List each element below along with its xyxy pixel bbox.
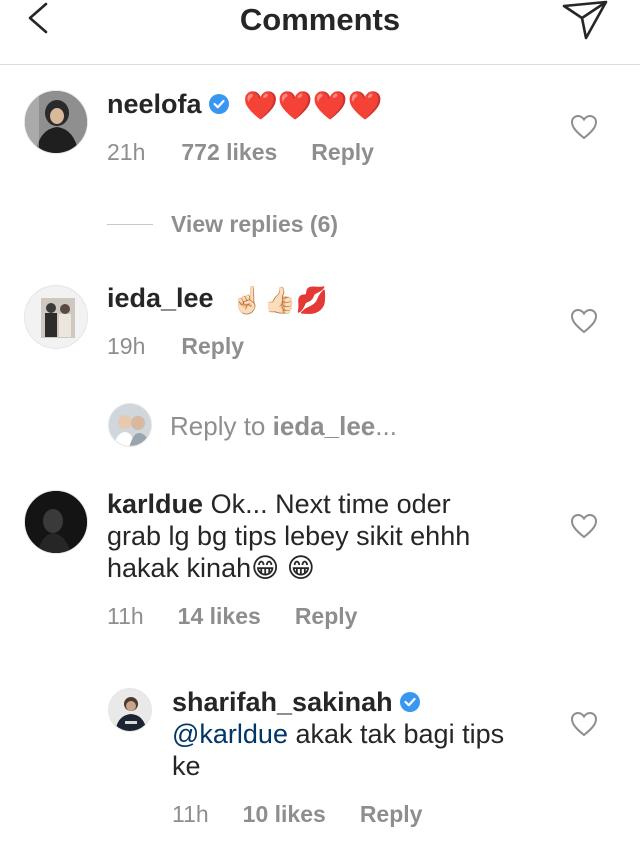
comment-username[interactable]: ieda_lee <box>107 283 214 313</box>
avatar <box>108 403 152 447</box>
likes-count[interactable]: 14 likes <box>178 602 261 630</box>
comment-meta: 21h 772 likes Reply <box>107 138 374 166</box>
reply-button[interactable]: Reply <box>311 138 374 166</box>
verified-badge-icon <box>399 692 420 712</box>
verified-badge-icon <box>208 94 229 114</box>
comment-meta: 19h Reply <box>107 332 244 360</box>
reply-to-suffix: ... <box>375 411 397 441</box>
comment-text: ke <box>172 751 201 781</box>
comment-body: ieda_lee ☝🏻👍🏻💋 <box>107 282 328 316</box>
header-bar: Comments <box>0 0 640 65</box>
comment-text: grab lg bg tips lebey sikit ehhh <box>107 521 471 551</box>
reply-to-username: ieda_lee <box>272 411 376 441</box>
comment-meta: 11h 10 likes Reply <box>172 800 422 828</box>
comment-text: ❤️❤️❤️❤️ <box>243 89 383 121</box>
comment-text: Ok... Next time oder <box>210 489 451 519</box>
comment-text: ☝🏻👍🏻💋 <box>231 284 329 315</box>
view-replies-label: View replies (6) <box>171 210 339 237</box>
comment-time: 21h <box>107 139 146 165</box>
reply-button[interactable]: Reply <box>360 800 423 828</box>
like-heart-icon[interactable] <box>570 513 598 539</box>
comment-text: akak tak bagi tips <box>287 719 505 749</box>
avatar-photo-icon <box>25 91 87 153</box>
reply-button[interactable]: Reply <box>181 332 244 360</box>
comment-body: karldue Ok... Next time oder grab lg bg … <box>107 488 547 584</box>
avatar[interactable] <box>108 688 152 732</box>
likes-count[interactable]: 772 likes <box>181 138 277 166</box>
avatar-photo-icon <box>25 286 87 348</box>
avatar[interactable] <box>24 490 88 554</box>
avatar-photo-icon <box>109 404 151 446</box>
page-title: Comments <box>239 2 401 37</box>
avatar[interactable] <box>24 90 88 154</box>
reply-button[interactable]: Reply <box>295 602 358 630</box>
comment-username[interactable]: karldue <box>107 489 203 519</box>
avatar-photo-icon <box>109 689 151 731</box>
reply-to-prefix: Reply to <box>170 411 273 441</box>
like-heart-icon[interactable] <box>570 114 598 140</box>
comment-username[interactable]: sharifah_sakinah <box>172 687 393 717</box>
avatar-photo-icon <box>25 491 87 553</box>
mention-link[interactable]: @karldue <box>172 719 288 749</box>
comment-meta: 11h 14 likes Reply <box>107 602 357 630</box>
comment-time: 19h <box>107 333 146 359</box>
comment-body: sharifah_sakinah @karldue akak tak bagi … <box>172 686 552 782</box>
comment-text: hakak kinah😁 😁 <box>107 553 315 583</box>
avatar[interactable] <box>24 285 88 349</box>
comment-body: neelofa ❤️❤️❤️❤️ <box>107 88 383 122</box>
paper-plane-icon <box>562 0 608 40</box>
like-heart-icon[interactable] <box>570 308 598 334</box>
comment-time: 11h <box>172 801 209 827</box>
like-heart-icon[interactable] <box>570 711 598 737</box>
likes-count[interactable]: 10 likes <box>243 800 326 828</box>
comment-time: 11h <box>107 603 144 629</box>
share-button[interactable] <box>560 0 610 42</box>
comment-username[interactable]: neelofa <box>107 89 202 119</box>
view-replies-toggle[interactable]: View replies (6) <box>107 208 338 240</box>
reply-input-placeholder[interactable]: Reply to ieda_lee... <box>170 410 397 442</box>
divider-line <box>107 223 153 225</box>
